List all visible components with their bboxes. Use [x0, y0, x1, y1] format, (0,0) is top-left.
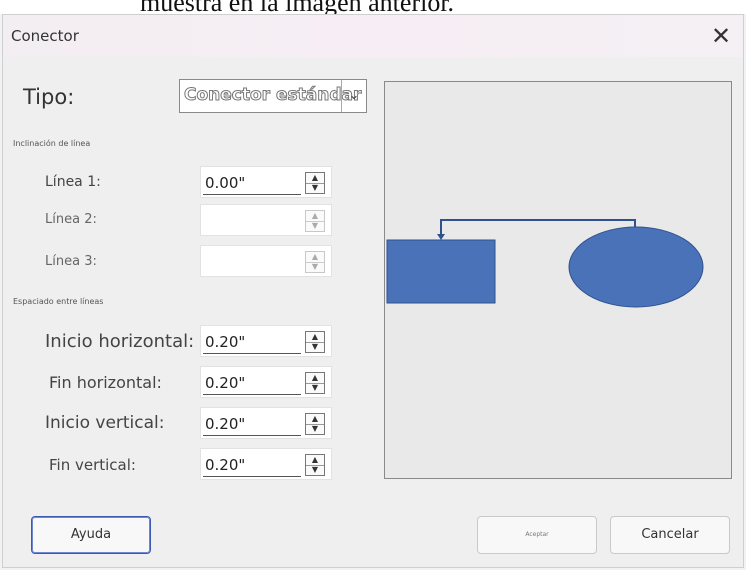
end-vertical-label: Fin vertical:	[49, 456, 136, 474]
start-vertical-spinner[interactable]: ▲ ▼	[305, 413, 325, 435]
type-label: Tipo:	[23, 85, 75, 109]
connector-dialog: Conector ✕ Tipo: Conector estándar ⌄ Inc…	[2, 14, 744, 568]
document-background-text: muestra en la imagen anterior.	[0, 0, 746, 14]
spin-down-icon[interactable]: ▼	[306, 183, 324, 193]
field-underline	[203, 394, 301, 395]
line-3-field[interactable]: ▲ ▼	[200, 245, 332, 277]
close-icon[interactable]: ✕	[705, 21, 737, 51]
field-underline	[203, 476, 301, 477]
spin-down-icon[interactable]: ▼	[306, 342, 324, 352]
field-underline	[203, 435, 301, 436]
line-1-field[interactable]: 0.00" ▲ ▼	[200, 166, 332, 198]
line-3-label: Línea 3:	[45, 254, 97, 269]
end-vertical-spinner[interactable]: ▲ ▼	[305, 454, 325, 476]
end-vertical-field[interactable]: 0.20" ▲ ▼	[200, 448, 332, 480]
preview-drawing	[386, 219, 704, 308]
start-horizontal-field[interactable]: 0.20" ▲ ▼	[200, 325, 332, 357]
connector-arrowhead	[437, 234, 445, 240]
spin-down-icon[interactable]: ▼	[306, 221, 324, 231]
type-select[interactable]: Conector estándar ⌄	[179, 79, 367, 113]
start-vertical-field[interactable]: 0.20" ▲ ▼	[200, 407, 332, 439]
start-vertical-label: Inicio vertical:	[45, 413, 165, 433]
end-horizontal-field[interactable]: 0.20" ▲ ▼	[200, 366, 332, 398]
rectangle-shape	[386, 239, 496, 304]
end-vertical-value: 0.20"	[205, 456, 246, 474]
line-2-field[interactable]: ▲ ▼	[200, 204, 332, 236]
end-horizontal-value: 0.20"	[205, 374, 246, 392]
line-1-value: 0.00"	[205, 174, 246, 192]
field-underline	[203, 194, 301, 195]
line-2-label: Línea 2:	[45, 212, 97, 227]
connector-preview	[384, 81, 732, 479]
document-text: muestra en la imagen anterior.	[140, 0, 454, 14]
ok-button[interactable]: Aceptar	[477, 516, 597, 554]
spin-down-icon[interactable]: ▼	[306, 465, 324, 475]
start-vertical-value: 0.20"	[205, 415, 246, 433]
section-line-spacing: Espaciado entre líneas	[13, 297, 104, 306]
end-horizontal-spinner[interactable]: ▲ ▼	[305, 372, 325, 394]
field-underline	[203, 353, 301, 354]
section-line-inclination: Inclinación de línea	[13, 139, 91, 148]
chevron-down-icon[interactable]: ⌄	[341, 80, 366, 112]
dialog-title: Conector	[11, 27, 79, 45]
start-horizontal-label: Inicio horizontal:	[45, 331, 195, 352]
cancel-button[interactable]: Cancelar	[610, 516, 730, 554]
ellipse-shape	[568, 226, 704, 308]
line-1-spinner[interactable]: ▲ ▼	[305, 172, 325, 194]
spin-down-icon[interactable]: ▼	[306, 262, 324, 272]
line-1-label: Línea 1:	[45, 174, 101, 190]
start-horizontal-spinner[interactable]: ▲ ▼	[305, 331, 325, 353]
start-horizontal-value: 0.20"	[205, 333, 246, 351]
title-bar: Conector ✕	[3, 15, 743, 57]
line-2-spinner[interactable]: ▲ ▼	[305, 210, 325, 232]
spin-down-icon[interactable]: ▼	[306, 424, 324, 434]
line-3-spinner[interactable]: ▲ ▼	[305, 251, 325, 273]
spin-down-icon[interactable]: ▼	[306, 383, 324, 393]
help-button[interactable]: Ayuda	[31, 516, 151, 554]
type-select-value: Conector estándar	[183, 85, 362, 106]
end-horizontal-label: Fin horizontal:	[49, 373, 162, 392]
